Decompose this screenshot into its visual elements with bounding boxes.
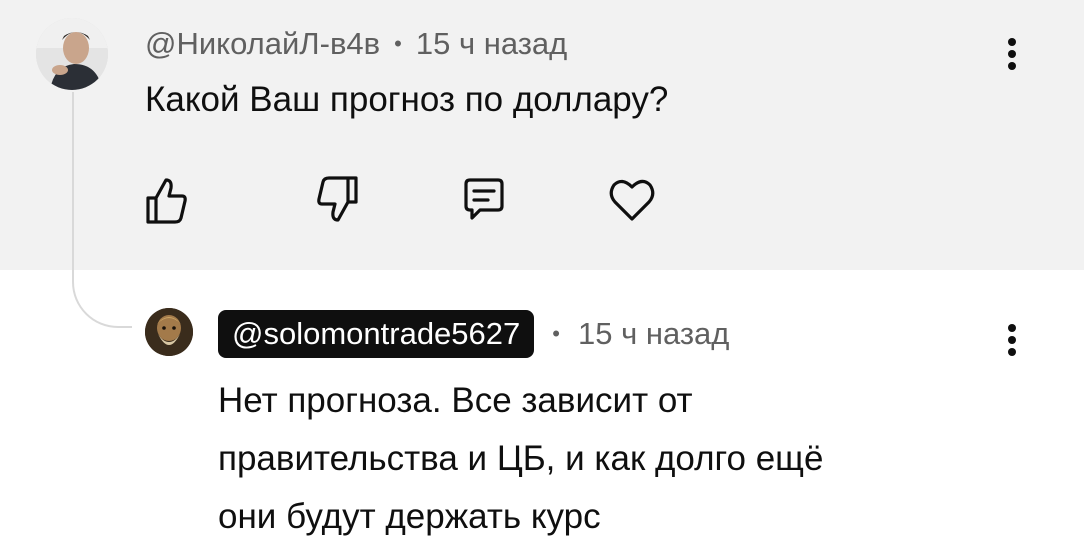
parent-comment-text: Какой Ваш прогноз по доллару? <box>145 80 669 119</box>
dislike-icon <box>317 176 358 222</box>
kebab-menu-icon <box>1008 324 1016 356</box>
parent-comment-actions <box>140 172 680 228</box>
heart-button[interactable] <box>606 172 658 228</box>
reply-text-line: Нет прогноза. Все зависит от <box>218 381 693 420</box>
reply-text-line: они будут держать курс <box>218 497 601 536</box>
parent-comment-meta: @НиколайЛ-в4в • 15 ч назад <box>145 24 567 64</box>
reply-thread-connector <box>72 92 132 328</box>
kebab-menu-icon <box>1008 38 1016 70</box>
parent-comment-time[interactable]: 15 ч назад <box>416 26 567 62</box>
parent-author-avatar[interactable] <box>36 18 108 90</box>
avatar-photo-icon <box>36 18 108 90</box>
reply-author-avatar[interactable] <box>145 308 193 356</box>
reply-comment-text: Нет прогноза. Все зависит от правительст… <box>218 372 1038 546</box>
heart-icon <box>609 179 655 221</box>
parent-author-handle[interactable]: @НиколайЛ-в4в <box>145 26 380 62</box>
reply-comment-time[interactable]: 15 ч назад <box>578 316 729 352</box>
like-icon <box>146 178 187 224</box>
reply-button[interactable] <box>458 172 510 228</box>
avatar-photo-icon <box>145 308 193 356</box>
dislike-button[interactable] <box>312 172 364 228</box>
reply-author-handle[interactable]: @solomontrade5627 <box>218 310 535 358</box>
like-button[interactable] <box>140 172 192 228</box>
reply-comment-menu-button[interactable] <box>1000 320 1024 368</box>
reply-text-line: правительства и ЦБ, и как долго ещё <box>218 439 824 478</box>
reply-comment-meta: @solomontrade5627 • 15 ч назад <box>218 310 729 358</box>
meta-separator: • <box>552 321 560 346</box>
reply-icon <box>464 178 504 220</box>
parent-comment-menu-button[interactable] <box>1000 34 1024 82</box>
meta-separator: • <box>394 31 402 56</box>
